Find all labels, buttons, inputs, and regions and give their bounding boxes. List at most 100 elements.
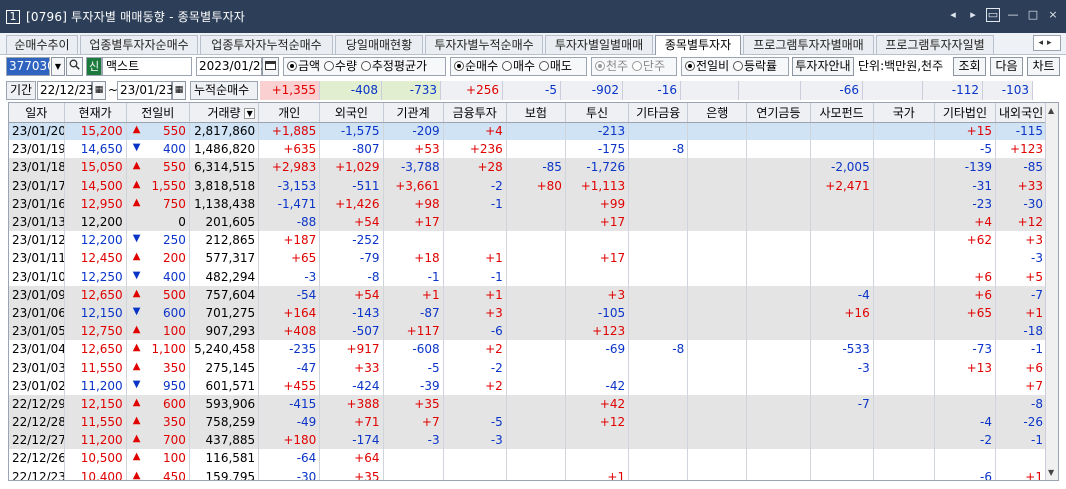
table-row[interactable]: 23/01/1212,200250212,865+187-252 +62+3 [9,231,1048,250]
radio-sell[interactable]: 매도 [538,59,572,73]
next-window-icon[interactable]: ▸ [966,8,980,22]
period-to-input[interactable]: 23/01/23 [117,81,174,100]
tab-investor-cumulative-net-buy[interactable]: 투자자별누적순매수 [425,35,543,54]
radio-quantity[interactable]: 수량 [323,59,357,73]
investor-value-cell [628,431,689,450]
investor-value-cell: -47 [258,358,321,377]
to-calendar-icon[interactable]: ▦ [172,81,186,100]
scroll-up-icon[interactable]: ▲ [1048,106,1054,115]
table-row[interactable]: 23/01/1012,250400482,294-3-8-1-1+6+5 [9,267,1048,286]
table-row[interactable]: 23/01/2015,2005502,817,860+1,885-1,575-2… [9,122,1048,141]
investor-value-cell: +1,885 [258,122,321,141]
tab-stock-investor[interactable]: 종목별투자자 [655,35,741,55]
radio-thousand-shares[interactable]: 천주 [595,59,628,73]
tab-scroll-arrows[interactable]: ◂▸ [1033,35,1061,51]
radio-single-shares[interactable]: 단주 [631,59,665,73]
investor-value-cell [628,158,689,177]
radio-amount[interactable]: 금액 [287,59,320,73]
calendar-icon[interactable] [262,57,279,76]
stock-name-field[interactable]: 맥스트 [102,57,192,76]
from-calendar-icon[interactable]: ▦ [92,81,106,100]
table-row[interactable]: 23/01/1612,9507501,138,438-1,471+1,426+9… [9,194,1048,213]
price-cell: 12,950 [64,194,127,213]
table-row[interactable]: 22/12/2811,550350758,259-49+71+7-5 +12 -4-… [9,413,1048,432]
tab-program-investor-trading[interactable]: 프로그램투자자별매매 [743,35,874,54]
investor-value-cell: +12 [995,212,1048,232]
prev-window-icon[interactable]: ◂ [946,8,960,22]
investor-value-cell [383,467,444,480]
table-row[interactable]: 23/01/0311,550350275,145-47+33-5-2 -3 +13+… [9,358,1048,377]
minimize-icon[interactable]: — [1006,8,1020,22]
col-header[interactable]: 보험 [506,103,566,123]
col-header[interactable]: 거래량 ▼ [189,103,260,123]
table-row[interactable]: 22/12/2711,200700437,885+180-174-3-3-2-1 [9,431,1048,450]
table-row[interactable]: 23/01/0612,150600701,275+164-143-87+3 -10… [9,303,1048,323]
restore-icon[interactable]: ▭ [986,8,1000,22]
scroll-down-icon[interactable]: ▼ [1048,468,1054,477]
code-dropdown-icon[interactable]: ▼ [51,57,65,76]
close-icon[interactable]: × [1046,8,1060,22]
col-header[interactable]: 일자 [9,103,65,123]
investor-value-cell [810,413,874,432]
date-input[interactable]: 2023/01/23 [196,57,268,76]
date-cell: 23/01/18 [9,158,65,177]
col-header[interactable]: 은행 [687,103,748,123]
radio-prev-day[interactable]: 전일비 [685,59,729,73]
stock-code-input[interactable]: 377030 [6,57,55,76]
col-header[interactable]: 사모펀드 [810,103,874,123]
investor-value-cell [810,322,874,341]
col-header[interactable]: 연기금등 [746,103,811,123]
tab-daily-trading-status[interactable]: 당일매매현황 [335,35,423,54]
investor-value-cell: +80 [506,176,566,195]
tab-sector-investor-net-buy[interactable]: 업종별투자자순매수 [80,35,198,54]
table-row[interactable]: 22/12/2610,500100116,581-64+64 [9,449,1048,468]
radio-estimated-avg[interactable]: 추정평균가 [360,59,427,73]
cumulative-value [863,81,923,100]
table-row[interactable]: 23/01/0211,200950601,571+455-424-39+2 -42… [9,376,1048,395]
radio-buy[interactable]: 매수 [501,59,535,73]
table-row[interactable]: 23/01/1914,6504001,486,820+635-807+53+23… [9,140,1048,159]
tab-net-buy-trend[interactable]: 순매수추이 [6,35,78,54]
col-header[interactable]: 기타법인 [934,103,996,123]
table-row[interactable]: 23/01/0512,750100907,293+408-507+117-6 +1… [9,322,1048,341]
col-header[interactable]: 내외국인 [995,103,1048,123]
table-row[interactable]: 23/01/0412,6501,1005,240,458-235+917-608… [9,340,1048,359]
next-button[interactable]: 다음 [990,57,1023,76]
investor-value-cell: +408 [258,322,321,341]
search-icon[interactable] [66,57,83,76]
table-row[interactable]: 22/12/2310,400450159,795-30+35+1-6+1 [9,467,1048,480]
col-header[interactable]: 외국인 [319,103,384,123]
tab-program-investor-daily[interactable]: 프로그램투자자일별 [876,35,994,54]
col-header[interactable]: 국가 [873,103,935,123]
investor-value-cell [506,358,566,377]
table-row[interactable]: 23/01/1815,0505506,314,515+2,983+1,029-3… [9,158,1048,177]
investor-value-cell: -7 [810,394,874,413]
tab-investor-daily-trading[interactable]: 투자자별일별매매 [545,35,653,54]
chart-button[interactable]: 차트 [1027,57,1060,76]
query-button[interactable]: 조회 [953,57,986,76]
maximize-icon[interactable]: □ [1026,8,1040,22]
table-row[interactable]: 23/01/13 12,200 0 201,605 -88 +54 +17 +17 +4 +12 [9,212,1048,232]
col-header[interactable]: 금융투자 [443,103,507,123]
investor-value-cell: -507 [319,322,384,341]
col-header[interactable]: 투신 [565,103,630,123]
investor-value-cell [628,194,689,213]
investor-data-grid[interactable]: 일자 현재가 전일비 거래량 ▼ 개인 외국인 기관계 금융투자 보험 투신 기타금융 은행 연기금등 사모… [8,102,1059,481]
col-header[interactable]: 기관계 [383,103,444,123]
col-header[interactable]: 기타금융 [628,103,689,123]
radio-change-rate[interactable]: 등락률 [732,59,777,73]
table-row[interactable]: 23/01/1112,450200577,317+65-79+18+1 +17 -3 [9,249,1048,268]
volume-cell: 1,138,438 [189,194,260,213]
period-from-input[interactable]: 22/12/23 [37,81,94,100]
tab-sector-investor-cumulative[interactable]: 업종투자자누적순매수 [200,35,333,54]
vertical-scrollbar[interactable]: ▲ ▼ [1045,103,1058,480]
col-header[interactable]: 개인 [258,103,321,123]
table-row[interactable]: 23/01/1714,5001,5503,818,518-3,153-511+3… [9,176,1048,195]
table-row[interactable]: 23/01/0912,650500757,604-54+54+1+1+3-4+6… [9,285,1048,304]
radio-net-buy[interactable]: 순매수 [454,59,498,73]
table-row[interactable]: 22/12/2912,150600593,906-415+388+35 +42 -7… [9,394,1048,413]
col-header[interactable]: 전일비 [126,103,190,123]
sort-dropdown-icon[interactable]: ▼ [244,108,256,119]
col-header[interactable]: 현재가 [64,103,127,123]
investor-guide-button[interactable]: 투자자안내 [792,57,854,76]
